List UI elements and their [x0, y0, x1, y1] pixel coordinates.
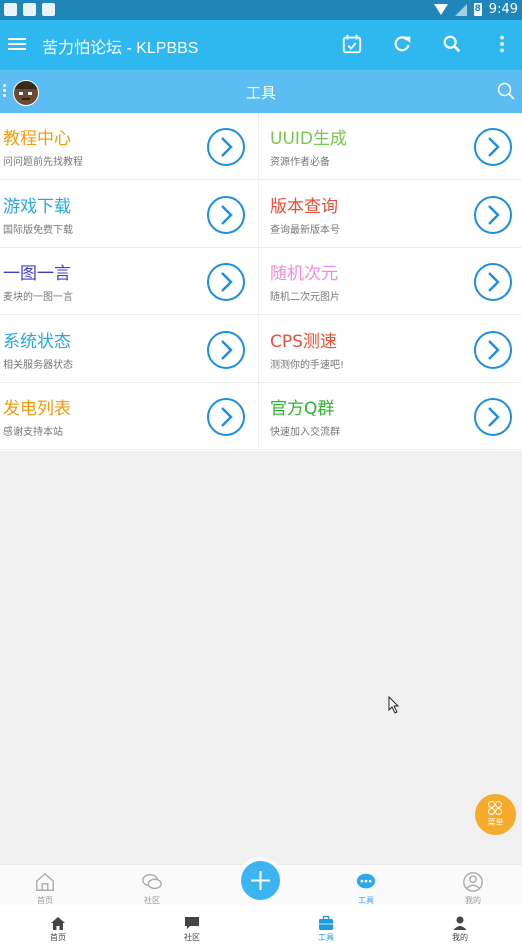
notification-icon [23, 3, 36, 16]
nav-item-tools[interactable]: 工具 [296, 915, 356, 943]
tool-title: 官方Q群 [270, 399, 335, 420]
tool-item[interactable]: 系统状态相关服务器状态 [0, 315, 259, 383]
app-title: 苦力怕论坛 - KLPBBS [42, 40, 199, 57]
tool-title: 系统状态 [3, 331, 71, 352]
tool-subtitle: 国际版免费下载 [3, 224, 73, 236]
tool-item[interactable]: CPS测速测测你的手速吧! [259, 316, 522, 383]
tool-subtitle: 测测你的手速吧! [270, 359, 345, 371]
chevron-right-icon[interactable] [207, 398, 245, 437]
tool-subtitle: 感谢支持本站 [3, 427, 63, 439]
chevron-right-icon[interactable] [474, 128, 512, 166]
nav-label: 工具 [318, 933, 334, 942]
nav-item-community[interactable]: 社区 [162, 915, 222, 943]
briefcase-icon [319, 915, 333, 930]
nav-label: 我的 [465, 896, 481, 905]
add-post-button[interactable] [241, 861, 280, 900]
tool-item[interactable]: UUID生成资源作者必备 [259, 113, 522, 180]
tool-item[interactable]: 发电列表感谢支持本站 [0, 383, 259, 451]
search-icon[interactable] [496, 81, 516, 101]
more-vert-icon[interactable] [490, 33, 514, 57]
tool-item[interactable]: 教程中心问问题前先找教程 [0, 113, 259, 180]
notification-icon [4, 3, 17, 16]
nav-label: 社区 [144, 896, 160, 905]
tool-title: 发电列表 [3, 399, 71, 420]
tool-subtitle: 随机二次元图片 [270, 292, 340, 304]
tool-item[interactable]: 游戏下载国际版免费下载 [0, 180, 259, 248]
nav-item-me[interactable]: 我的 [443, 871, 503, 906]
tool-title: CPS测速 [270, 331, 337, 352]
tool-subtitle: 查询最新版本号 [270, 224, 340, 236]
tool-item[interactable]: 版本查询查询最新版本号 [259, 181, 522, 248]
chevron-right-icon[interactable] [207, 263, 245, 302]
person-icon [453, 916, 467, 930]
chevron-right-icon[interactable] [207, 195, 245, 234]
comment-icon [185, 917, 199, 929]
nav-item-home[interactable]: 首页 [15, 871, 75, 906]
tool-subtitle: 问问题前先找教程 [3, 157, 83, 168]
chat-bubbles-icon [142, 873, 162, 890]
tool-item[interactable]: 一图一言麦块的一图一言 [0, 248, 259, 316]
wifi-icon [433, 4, 448, 15]
grid-icon [488, 801, 502, 815]
chevron-right-icon[interactable] [207, 330, 245, 369]
page-title: 工具 [245, 84, 276, 102]
tool-subtitle: 资源作者必备 [270, 157, 330, 168]
checkin-calendar-icon[interactable] [340, 33, 364, 57]
nav-label: 首页 [37, 896, 53, 905]
menu-fab-button[interactable]: 菜单 [475, 794, 516, 835]
play-store-icon [42, 3, 55, 16]
tool-subtitle: 相关服务器状态 [3, 359, 73, 371]
bottom-nav-secondary: 首页 社区 工具 我的 [0, 906, 522, 948]
app-bar: 苦力怕论坛 - KLPBBS [0, 20, 522, 70]
tool-subtitle: 麦块的一图一言 [3, 292, 73, 304]
nav-label: 我的 [452, 933, 468, 942]
tool-title: 版本查询 [270, 196, 338, 217]
tool-title: 一图一言 [3, 264, 71, 285]
refresh-icon[interactable] [390, 33, 414, 57]
home-icon [51, 917, 65, 930]
chevron-right-icon[interactable] [474, 195, 512, 234]
plus-icon [251, 871, 270, 890]
chevron-right-icon[interactable] [474, 263, 512, 302]
tool-subtitle: 快速加入交流群 [270, 427, 340, 439]
nav-item-me[interactable]: 我的 [430, 915, 490, 943]
nav-item-home[interactable]: 首页 [28, 915, 88, 943]
mouse-cursor-icon [388, 695, 400, 714]
tool-item[interactable]: 随机次元随机二次元图片 [259, 248, 522, 316]
tools-grid: 教程中心 问问题前先找教程 UUID生成 资源作者必备 游戏下载 国际版免费下载 版本查询查… [0, 113, 522, 451]
chevron-right-icon[interactable] [207, 128, 245, 166]
notification-icons [4, 3, 55, 16]
chat-dots-icon [356, 873, 376, 889]
tools-header: 工具 [0, 70, 522, 113]
signal-icon [454, 3, 467, 16]
home-outline-icon [36, 872, 54, 891]
search-icon[interactable] [440, 33, 464, 57]
chevron-right-icon[interactable] [474, 398, 512, 437]
tool-title: 随机次元 [270, 264, 338, 285]
clock: 9:49 [488, 2, 518, 17]
nav-item-tools[interactable]: 工具 [336, 871, 396, 906]
battery-icon: 8 [473, 3, 482, 16]
tool-title: 游戏下载 [3, 196, 71, 217]
nav-label: 首页 [50, 933, 66, 942]
tool-title: 教程中心 [3, 129, 71, 149]
chevron-right-icon[interactable] [474, 330, 512, 369]
tool-title: UUID生成 [270, 129, 347, 149]
tool-item[interactable]: 官方Q群快速加入交流群 [259, 383, 522, 451]
user-circle-icon [463, 872, 483, 892]
nav-label: 工具 [358, 896, 374, 905]
menu-icon[interactable] [8, 35, 26, 53]
menu-fab-label: 菜单 [487, 818, 504, 827]
nav-item-community[interactable]: 社区 [122, 871, 182, 906]
status-bar: 8 9:49 [0, 0, 522, 20]
nav-label: 社区 [184, 933, 200, 942]
